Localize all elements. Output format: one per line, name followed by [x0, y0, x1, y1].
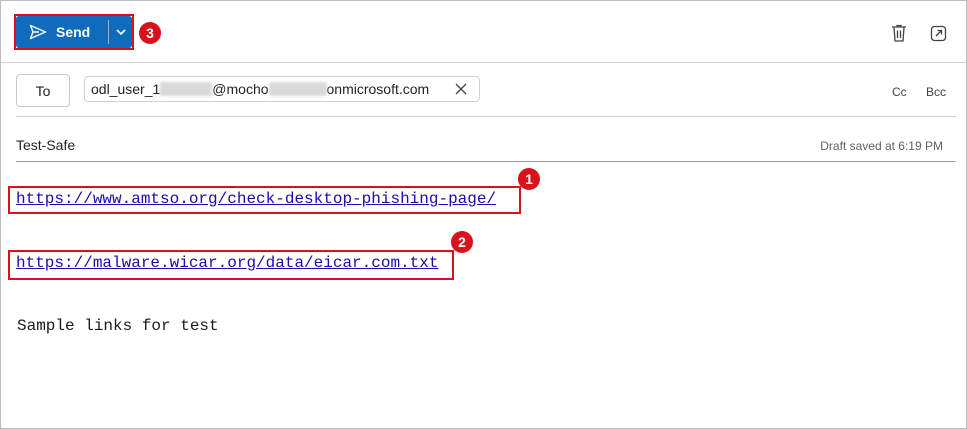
recipient-suffix: onmicrosoft.com — [326, 81, 430, 97]
recipient-chip[interactable]: odl_user_1 @mocho onmicrosoft.com — [84, 76, 480, 102]
cc-button[interactable]: Cc — [892, 85, 907, 99]
subject-divider — [16, 161, 956, 162]
toolbar-divider — [1, 62, 966, 63]
annotation-badge-3: 3 — [139, 22, 161, 44]
bcc-button[interactable]: Bcc — [926, 85, 946, 99]
annotation-box-1 — [8, 186, 521, 214]
discard-button[interactable] — [890, 23, 908, 48]
recipients-divider — [16, 116, 956, 117]
trash-icon — [892, 24, 906, 42]
body-text[interactable]: Sample links for test — [17, 317, 219, 335]
compose-window: Send 3 To odl_user_1 @mocho onmicrosoft.co… — [0, 0, 967, 429]
redacted-area — [160, 82, 213, 96]
subject-field[interactable]: Test-Safe — [16, 137, 75, 153]
pop-out-icon — [930, 25, 947, 42]
pop-out-button[interactable] — [930, 25, 947, 47]
annotation-badge-1: 1 — [518, 168, 540, 190]
redacted-area — [268, 82, 327, 96]
annotation-badge-2: 2 — [451, 231, 473, 253]
to-button[interactable]: To — [16, 74, 70, 107]
annotation-box-2 — [8, 250, 454, 280]
remove-recipient-icon[interactable] — [454, 82, 468, 96]
draft-status: Draft saved at 6:19 PM — [820, 139, 943, 153]
annotation-box-3 — [14, 14, 134, 50]
recipient-middle: @mocho — [212, 81, 269, 97]
recipient-prefix: odl_user_1 — [91, 81, 161, 97]
